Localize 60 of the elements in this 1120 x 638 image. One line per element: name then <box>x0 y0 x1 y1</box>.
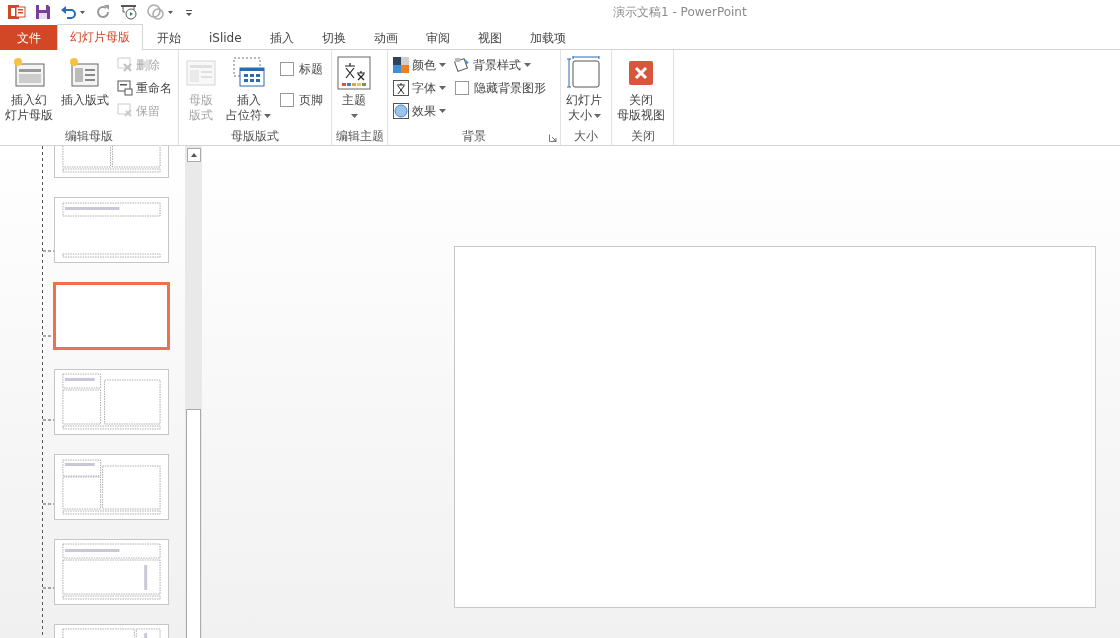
ribbon-button[interactable]: 插入版式 <box>59 54 111 108</box>
shapes-icon[interactable] <box>147 4 175 20</box>
ribbon-button[interactable]: 主题 <box>335 54 373 118</box>
ribbon-button[interactable]: 关闭 母版视图 <box>615 54 667 123</box>
ribbon-tab[interactable]: 动画 <box>359 25 412 50</box>
scroll-thumb[interactable] <box>186 409 201 638</box>
slide-size-icon <box>567 56 601 90</box>
slide-thumbnail[interactable] <box>54 197 169 263</box>
undo-icon[interactable] <box>60 4 86 20</box>
group-label: 关闭 <box>630 128 655 145</box>
group-label: 编辑主题 <box>335 128 384 145</box>
ribbon-button[interactable]: 颜色 <box>391 54 448 76</box>
placeholder-icon <box>231 56 266 90</box>
checkbox[interactable] <box>280 93 294 107</box>
checkbox[interactable] <box>455 81 469 95</box>
ribbon-button[interactable]: 插入幻 灯片母版 <box>3 54 55 123</box>
checkbox[interactable] <box>280 62 294 76</box>
group-label: 编辑母版 <box>65 128 113 145</box>
ribbon-tab[interactable]: iSlide <box>195 25 256 50</box>
ribbon-button[interactable]: 效果 <box>391 100 448 122</box>
ribbon-tab[interactable]: 插入 <box>255 25 308 50</box>
slide-thumbnail[interactable] <box>53 282 170 350</box>
theme-icon <box>337 56 371 90</box>
ribbon-tab[interactable]: 审阅 <box>411 25 464 50</box>
paint-bucket-icon <box>454 57 470 73</box>
rename-icon <box>117 80 133 96</box>
circle-icon <box>393 103 409 119</box>
slide-thumbnail[interactable] <box>54 454 169 520</box>
ribbon-button[interactable]: 字体 <box>391 77 448 99</box>
ribbon-tab[interactable]: 幻灯片母版 <box>57 24 143 50</box>
group-label: 母版版式 <box>231 128 279 145</box>
dialog-launcher-icon[interactable] <box>549 134 557 142</box>
layout-icon <box>68 56 102 90</box>
scrollbar[interactable] <box>185 146 202 638</box>
font-icon <box>393 80 409 96</box>
group-label: 大小 <box>574 128 598 145</box>
ribbon-button[interactable]: 背景样式 <box>452 54 549 76</box>
slide-master-icon <box>12 56 46 90</box>
slide-thumbnail[interactable] <box>54 539 169 605</box>
save-icon[interactable] <box>35 4 51 20</box>
delete-icon <box>117 57 133 73</box>
ribbon-tab[interactable]: 文件 <box>0 25 57 50</box>
ribbon-button[interactable]: 插入 占位符 <box>224 54 273 123</box>
ribbon-tab[interactable]: 视图 <box>463 25 516 50</box>
scroll-up-icon[interactable] <box>186 148 201 162</box>
window-title: 演示文稿1 - PowerPoint <box>613 4 747 21</box>
ribbon-tab[interactable]: 加载项 <box>515 25 580 50</box>
ribbon-button[interactable]: 幻灯片 大小 <box>564 54 604 123</box>
group-label: 背景 <box>462 128 486 145</box>
checkbox-label: 页脚 <box>299 91 323 109</box>
checkbox-label: 标题 <box>299 60 323 78</box>
ribbon-tab[interactable]: 切换 <box>307 25 360 50</box>
presenter-icon[interactable] <box>120 4 138 20</box>
ribbon-button[interactable]: 重命名 <box>115 77 174 99</box>
slide-thumbnail[interactable] <box>54 369 169 435</box>
redo-icon[interactable] <box>95 4 111 20</box>
color-swatch-icon <box>393 57 409 73</box>
ribbon-tab[interactable]: 开始 <box>143 25 195 50</box>
checkbox-label: 隐藏背景图形 <box>474 79 546 97</box>
powerpoint-logo-icon[interactable] <box>8 4 26 20</box>
